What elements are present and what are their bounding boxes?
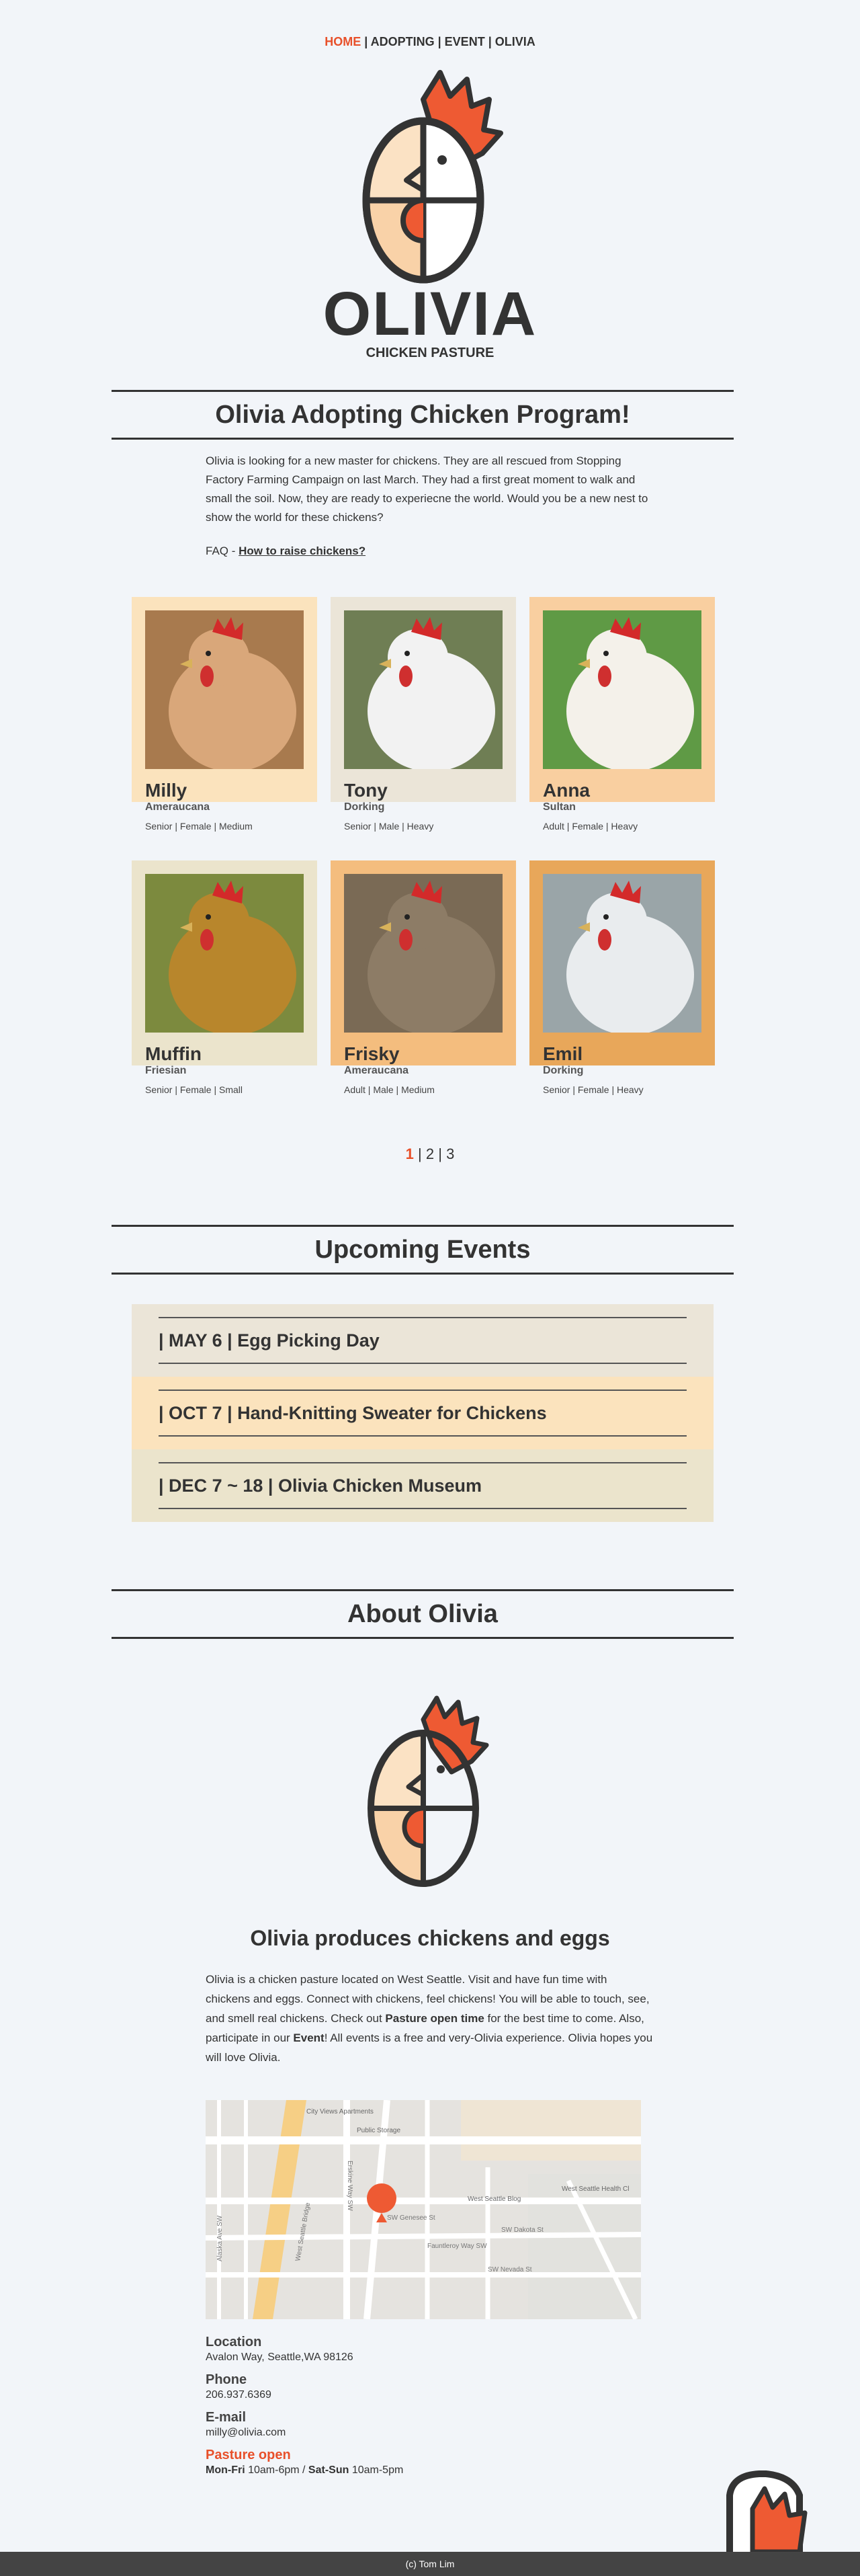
chicken-breed: Sultan	[543, 801, 576, 813]
map-label: Fauntleroy Way SW	[427, 2243, 487, 2250]
chicken-meta: Adult | Female | Heavy	[543, 821, 638, 832]
chicken-name: Anna	[543, 780, 590, 801]
about-text-bold: Event	[293, 2031, 325, 2044]
chicken-photo	[344, 874, 503, 1035]
event-label: | OCT 7 | Hand-Knitting Sweater for Chic…	[159, 1390, 687, 1437]
page-link-1[interactable]: 1	[406, 1145, 414, 1162]
faq-prefix: FAQ -	[206, 545, 239, 557]
map-label: Alaska Ave SW	[216, 2215, 224, 2261]
chicken-photo	[145, 874, 304, 1035]
event-item[interactable]: | OCT 7 | Hand-Knitting Sweater for Chic…	[132, 1377, 714, 1449]
chicken-photo	[344, 610, 503, 772]
open-days: Sat-Sun	[308, 2464, 349, 2476]
logo-wordmark: OLIVIA	[323, 280, 538, 348]
faq-line: FAQ - How to raise chickens?	[206, 545, 366, 558]
event-list: | MAY 6 | Egg Picking Day | OCT 7 | Hand…	[132, 1304, 714, 1522]
adopt-section-title: Olivia Adopting Chicken Program!	[112, 390, 734, 440]
chicken-breed: Dorking	[543, 1065, 584, 1076]
about-text-bold: Pasture open time	[385, 2012, 484, 2025]
contact-info: Location Avalon Way, Seattle,WA 98126 Ph…	[206, 2327, 654, 2478]
page-separator: |	[434, 1145, 447, 1162]
chicken-card[interactable]: Frisky Ameraucana Adult | Male | Medium	[331, 860, 516, 1095]
map-label: City Views Apartments	[306, 2108, 374, 2116]
page-separator: |	[413, 1145, 426, 1162]
rooster-icon	[362, 70, 503, 284]
footer-copyright: (c) Tom Lim	[405, 2559, 455, 2569]
map-label: SW Dakota St	[501, 2226, 544, 2234]
chicken-card[interactable]: Tony Dorking Senior | Male | Heavy	[331, 597, 516, 832]
map-graphic: City Views Apartments Public Storage Wes…	[206, 2100, 641, 2319]
chicken-card[interactable]: Milly Ameraucana Senior | Female | Medium	[132, 597, 317, 832]
location-map[interactable]: City Views Apartments Public Storage Wes…	[206, 2100, 641, 2319]
nav-separator: |	[434, 35, 445, 48]
chicken-photo	[543, 874, 701, 1035]
chicken-card[interactable]: Emil Dorking Senior | Female | Heavy	[529, 860, 715, 1095]
chicken-breed: Friesian	[145, 1065, 187, 1076]
chicken-meta: Senior | Female | Heavy	[543, 1084, 644, 1095]
event-label: | DEC 7 ~ 18 | Olivia Chicken Museum	[159, 1462, 687, 1509]
about-section-title: About Olivia	[112, 1589, 734, 1639]
email-label: E-mail	[206, 2410, 247, 2425]
nav-separator: |	[361, 35, 371, 48]
page-link-2[interactable]: 2	[426, 1145, 434, 1162]
chicken-name: Frisky	[344, 1043, 400, 1064]
map-label: West Seattle Blog	[468, 2196, 521, 2203]
chicken-breed: Dorking	[344, 801, 385, 813]
logo-tagline: CHICKEN PASTURE	[366, 346, 494, 360]
map-label: SW Genesee St	[387, 2214, 435, 2222]
location-value: Avalon Way, Seattle,WA 98126	[206, 2351, 353, 2363]
top-nav: HOME | ADOPTING | EVENT | OLIVIA	[0, 35, 860, 49]
event-item[interactable]: | DEC 7 ~ 18 | Olivia Chicken Museum	[132, 1449, 714, 1522]
open-label: Pasture open	[206, 2448, 291, 2462]
map-label: Erskine Way SW	[346, 2161, 353, 2211]
chicken-breed: Ameraucana	[145, 801, 210, 813]
event-label: | MAY 6 | Egg Picking Day	[159, 1317, 687, 1364]
chicken-meta: Adult | Male | Medium	[344, 1084, 435, 1095]
nav-home[interactable]: HOME	[325, 35, 361, 48]
pagination: 1 | 2 | 3	[0, 1145, 860, 1163]
chicken-photo	[543, 610, 701, 772]
map-label: SW Nevada St	[488, 2266, 532, 2273]
open-days: Mon-Fri	[206, 2464, 245, 2476]
page-link-3[interactable]: 3	[446, 1145, 454, 1162]
chicken-name: Muffin	[145, 1043, 202, 1064]
email-value: milly@olivia.com	[206, 2427, 286, 2438]
open-hours-text: 10am-6pm /	[245, 2464, 308, 2476]
about-text: Olivia is a chicken pasture located on W…	[206, 1970, 654, 2067]
phone-value: 206.937.6369	[206, 2389, 271, 2401]
open-hours-text: 10am-5pm	[349, 2464, 404, 2476]
chicken-card[interactable]: Muffin Friesian Senior | Female | Small	[132, 860, 317, 1095]
chicken-meta: Senior | Female | Medium	[145, 821, 253, 832]
open-hours: Mon-Fri 10am-6pm / Sat-Sun 10am-5pm	[206, 2463, 654, 2478]
chicken-name: Milly	[145, 780, 187, 801]
chicken-meta: Senior | Female | Small	[145, 1084, 243, 1095]
chicken-name: Emil	[543, 1043, 583, 1064]
events-section-title: Upcoming Events	[112, 1225, 734, 1275]
chicken-photo	[145, 610, 304, 772]
olivia-logo[interactable]: OLIVIA CHICKEN PASTURE	[322, 66, 538, 368]
faq-link[interactable]: How to raise chickens?	[239, 545, 366, 557]
footer-rooster-icon	[726, 2470, 808, 2552]
chicken-meta: Senior | Male | Heavy	[344, 821, 434, 832]
event-item[interactable]: | MAY 6 | Egg Picking Day	[132, 1304, 714, 1377]
chicken-card[interactable]: Anna Sultan Adult | Female | Heavy	[529, 597, 715, 832]
about-heading: Olivia produces chickens and eggs	[250, 1926, 610, 1950]
chicken-name: Tony	[344, 780, 388, 801]
location-label: Location	[206, 2335, 262, 2349]
nav-separator: |	[484, 35, 495, 48]
chicken-breed: Ameraucana	[344, 1065, 409, 1076]
rooster-logo-icon	[368, 1695, 489, 1887]
map-label: West Seattle Health Cl	[562, 2185, 629, 2193]
nav-event[interactable]: EVENT	[445, 35, 485, 48]
nav-olivia[interactable]: OLIVIA	[495, 35, 535, 48]
nav-adopting[interactable]: ADOPTING	[371, 35, 435, 48]
adopt-intro: Olivia is looking for a new master for c…	[206, 454, 648, 524]
map-label: Public Storage	[357, 2127, 400, 2134]
footer: (c) Tom Lim	[0, 2552, 860, 2576]
phone-label: Phone	[206, 2372, 247, 2387]
